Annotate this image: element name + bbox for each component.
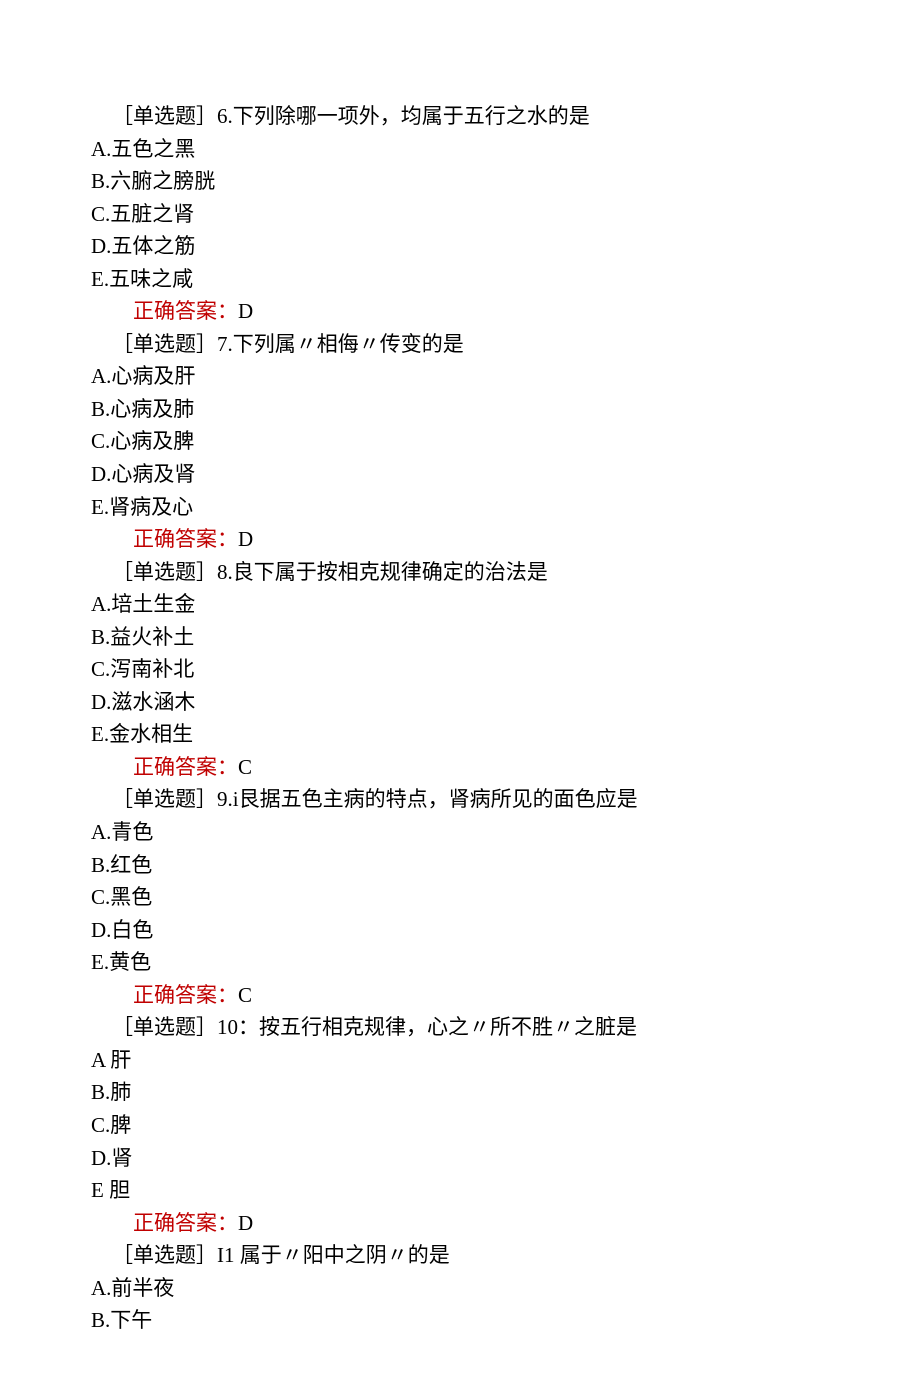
option: D.心病及肾 [70,458,850,491]
option: A.青色 [70,816,850,849]
option: C.心病及脾 [70,425,850,458]
option: B.肺 [70,1076,850,1109]
option: B.六腑之膀胱 [70,165,850,198]
question-prefix: ［单选题］8. [112,560,233,584]
option: D.滋水涵木 [70,686,850,719]
option: B.心病及肺 [70,393,850,426]
answer-label: 正确答案： [133,755,238,779]
question-text: i艮据五色主病的特点，肾病所见的面色应是 [233,787,638,811]
question-stem: ［单选题］6.下列除哪一项外，均属于五行之水的是 [70,100,850,133]
question-prefix: ［单选题］10： [112,1015,259,1039]
option: E.五味之咸 [70,263,850,296]
option: B.下午 [70,1304,850,1337]
option: E.肾病及心 [70,491,850,524]
option: E.金水相生 [70,718,850,751]
option: A.五色之黑 [70,133,850,166]
answer-value: C [238,755,252,779]
question-text: 良下属于按相克规律确定的治法是 [233,560,548,584]
option: B.红色 [70,849,850,882]
answer-label: 正确答案： [133,527,238,551]
answer-line: 正确答案：D [70,523,850,556]
option: E.黄色 [70,946,850,979]
question-text: 属于〃阳中之阴〃的是 [235,1243,450,1267]
option: D.白色 [70,914,850,947]
option: A.培土生金 [70,588,850,621]
answer-value: C [238,983,252,1007]
question-prefix: ［单选题］7. [112,332,233,356]
question-stem: ［单选题］7.下列属〃相侮〃传变的是 [70,328,850,361]
answer-label: 正确答案： [133,299,238,323]
question-stem: ［单选题］10：按五行相克规律，心之〃所不胜〃之脏是 [70,1011,850,1044]
answer-line: 正确答案：C [70,751,850,784]
answer-value: D [238,527,253,551]
answer-label: 正确答案： [133,983,238,1007]
question-prefix: ［单选题］I1 [112,1243,235,1267]
question-stem: ［单选题］I1 属于〃阳中之阴〃的是 [70,1239,850,1272]
option: C.五脏之肾 [70,198,850,231]
question-prefix: ［单选题］6. [112,104,233,128]
answer-value: D [238,299,253,323]
option: C.脾 [70,1109,850,1142]
answer-line: 正确答案：D [70,295,850,328]
answer-value: D [238,1211,253,1235]
answer-line: 正确答案：D [70,1207,850,1240]
option: A.前半夜 [70,1272,850,1305]
option: D.五体之筋 [70,230,850,263]
question-text: 按五行相克规律，心之〃所不胜〃之脏是 [259,1015,637,1039]
option: A.心病及肝 [70,360,850,393]
option: C.泻南补北 [70,653,850,686]
question-prefix: ［单选题］9. [112,787,233,811]
answer-line: 正确答案：C [70,979,850,1012]
answer-label: 正确答案： [133,1211,238,1235]
question-stem: ［单选题］8.良下属于按相克规律确定的治法是 [70,556,850,589]
option: C.黑色 [70,881,850,914]
question-text: 下列除哪一项外，均属于五行之水的是 [233,104,590,128]
question-stem: ［单选题］9.i艮据五色主病的特点，肾病所见的面色应是 [70,783,850,816]
question-text: 下列属〃相侮〃传变的是 [233,332,464,356]
option: A 肝 [70,1044,850,1077]
option: B.益火补土 [70,621,850,654]
option: D.肾 [70,1142,850,1175]
option: E 胆 [70,1174,850,1207]
